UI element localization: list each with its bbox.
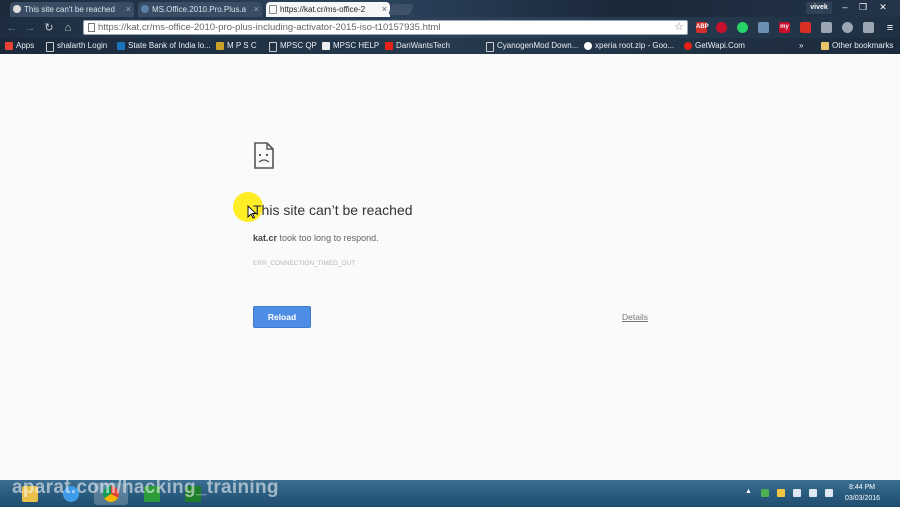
- my-icon[interactable]: my: [779, 22, 790, 33]
- sbi-icon: [117, 42, 125, 50]
- url-input[interactable]: [98, 21, 663, 34]
- new-tab-button[interactable]: [387, 4, 415, 15]
- tray-overflow-button[interactable]: ▲: [745, 488, 752, 495]
- page-icon: [486, 42, 494, 52]
- title-bar: This site can't be reached × MS.Office.2…: [0, 0, 900, 17]
- bookmark-cyanogenmod[interactable]: CyanogenMod Down...: [486, 38, 578, 54]
- close-tab-icon[interactable]: ×: [126, 2, 131, 17]
- bookmark-label: MPSC HELP: [333, 41, 380, 50]
- page-favicon-icon: [141, 5, 149, 13]
- restore-button[interactable]: ❐: [854, 1, 872, 14]
- sad-page-icon: [254, 142, 274, 169]
- google-icon: [584, 42, 592, 50]
- shield-icon[interactable]: [716, 22, 727, 33]
- page-content: [0, 54, 900, 480]
- bookmark-label: DanWantsTech: [396, 41, 450, 50]
- close-tab-icon[interactable]: ×: [254, 2, 259, 17]
- bookmarks-bar: Apps shalarth Login State Bank of India …: [0, 38, 900, 54]
- forward-button[interactable]: →: [23, 21, 37, 35]
- reload-icon[interactable]: ↻: [42, 21, 56, 35]
- error-code: ERR_CONNECTION_TIMED_OUT: [253, 260, 356, 267]
- puzzle-icon[interactable]: [821, 22, 832, 33]
- error-title: This site can’t be reached: [253, 202, 413, 218]
- error-host: kat.cr: [253, 233, 278, 243]
- bookmark-label: Other bookmarks: [832, 41, 894, 50]
- cast-icon[interactable]: [863, 22, 874, 33]
- browser-toolbar: ← → ↻ ⌂ ☆ ABP my ≡: [0, 17, 900, 38]
- chrome-favicon-icon: [13, 5, 21, 13]
- bookmark-apps[interactable]: Apps: [5, 38, 34, 54]
- bookmark-xperia[interactable]: xperia root.zip - Goo...: [584, 38, 674, 54]
- tray-shield-icon[interactable]: [777, 489, 785, 497]
- bookmark-label: GetWapi.Com: [695, 41, 745, 50]
- bookmark-shalarth[interactable]: shalarth Login: [46, 38, 107, 54]
- apps-grid-icon: [5, 42, 13, 50]
- volume-icon[interactable]: [825, 489, 833, 497]
- tab-error[interactable]: This site can't be reached ×: [10, 2, 134, 17]
- address-bar[interactable]: ☆: [83, 20, 688, 35]
- user-profile-button[interactable]: vivek: [806, 2, 832, 14]
- bookmark-label: CyanogenMod Down...: [497, 41, 579, 50]
- page-icon: [46, 42, 54, 52]
- bookmark-label: Apps: [16, 41, 35, 50]
- bookmark-mpsc-qp[interactable]: MPSC QP: [269, 38, 317, 54]
- bookmark-mpsc-help[interactable]: MPSC HELP: [322, 38, 379, 54]
- back-button[interactable]: ←: [5, 21, 19, 35]
- bookmark-getwapi[interactable]: GetWapi.Com: [684, 38, 745, 54]
- page-icon: [269, 42, 277, 52]
- mpsc-icon: [216, 42, 224, 50]
- home-icon[interactable]: ⌂: [61, 21, 75, 35]
- bookmark-label: xperia root.zip - Goo...: [595, 41, 675, 50]
- clock-date[interactable]: 03/03/2016: [845, 495, 880, 502]
- bookmark-label: MPSC QP: [280, 41, 317, 50]
- gmail-icon[interactable]: [800, 22, 811, 33]
- details-link[interactable]: Details: [622, 312, 648, 322]
- youtube-icon: [385, 42, 393, 50]
- page-icon: [88, 23, 95, 32]
- bookmark-star-icon[interactable]: ☆: [674, 20, 684, 33]
- other-bookmarks-folder[interactable]: Other bookmarks: [821, 38, 893, 54]
- tab-kat[interactable]: https://kat.cr/ms-office-2 ×: [266, 2, 390, 17]
- folder-icon: [821, 42, 829, 50]
- getwapi-icon: [684, 42, 692, 50]
- bookmarks-overflow-button[interactable]: »: [799, 38, 803, 54]
- menu-icon[interactable]: ≡: [883, 21, 897, 35]
- mpsc-help-icon: [322, 42, 330, 50]
- watermark: aparat.com/hacking_training: [12, 477, 279, 498]
- adblock-icon[interactable]: ABP: [696, 22, 709, 33]
- network-icon[interactable]: [809, 489, 817, 497]
- clock-time[interactable]: 8:44 PM: [849, 484, 875, 491]
- bookmark-mpsc[interactable]: M P S C: [216, 38, 257, 54]
- tab-title: https://kat.cr/ms-office-2: [280, 5, 366, 14]
- tab-title: This site can't be reached: [24, 5, 115, 14]
- bookmark-label: shalarth Login: [57, 41, 108, 50]
- whatsapp-icon[interactable]: [737, 22, 748, 33]
- tab-title: MS.Office.2010.Pro.Plus.a: [152, 5, 247, 14]
- bookmark-danwantstech[interactable]: DanWantsTech: [385, 38, 450, 54]
- page-favicon-icon: [269, 5, 277, 14]
- action-center-icon[interactable]: [793, 489, 801, 497]
- bookmark-label: State Bank of India lo...: [128, 41, 211, 50]
- tray-app-icon[interactable]: [761, 489, 769, 497]
- error-description: kat.cr took too long to respond.: [253, 233, 379, 243]
- error-message: took too long to respond.: [277, 233, 379, 243]
- reload-button[interactable]: Reload: [253, 306, 311, 328]
- translate-icon[interactable]: [758, 22, 769, 33]
- mouse-cursor-icon: [247, 205, 257, 219]
- bookmark-sbi[interactable]: State Bank of India lo...: [117, 38, 211, 54]
- bookmark-label: M P S C: [227, 41, 257, 50]
- tab-msoffice[interactable]: MS.Office.2010.Pro.Plus.a ×: [138, 2, 262, 17]
- sync-icon[interactable]: [842, 22, 853, 33]
- close-tab-icon[interactable]: ×: [382, 2, 387, 17]
- close-window-button[interactable]: ✕: [874, 1, 892, 14]
- minimize-button[interactable]: –: [836, 1, 854, 14]
